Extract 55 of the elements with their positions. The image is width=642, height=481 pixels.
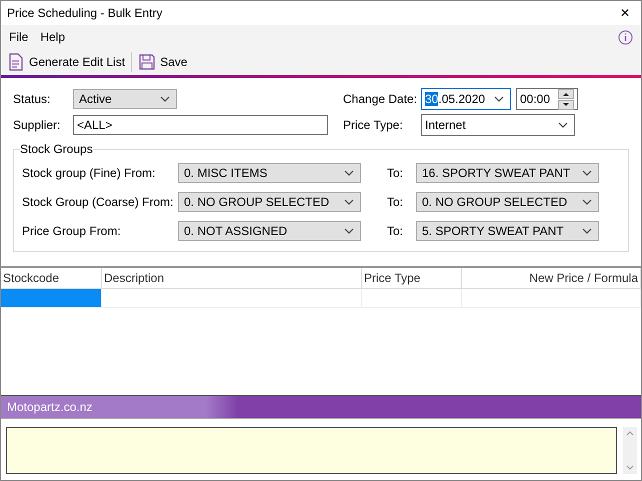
close-button[interactable]: ✕ [615, 6, 635, 20]
info-icon[interactable] [618, 30, 633, 45]
supplier-field[interactable]: <ALL> [73, 115, 328, 135]
scrollbar[interactable] [623, 427, 637, 474]
caret-icon [582, 228, 592, 234]
field-label: To: [387, 224, 404, 238]
from-dropdown[interactable]: 0. NOT ASSIGNED [178, 220, 361, 240]
field-label: To: [387, 194, 404, 208]
column-header[interactable]: Price Type [362, 268, 462, 288]
price-type-dropdown[interactable]: Internet [421, 114, 575, 136]
field-label: Stock Group (Coarse) From: [22, 194, 174, 208]
caret-icon [494, 96, 504, 102]
table-cell[interactable] [1, 288, 102, 308]
spin-down-button[interactable] [558, 100, 574, 110]
status-text: Motopartz.co.nz [7, 400, 92, 414]
column-header[interactable]: Stockcode [1, 268, 102, 288]
caret-icon [558, 122, 568, 128]
status-dropdown[interactable]: Active [73, 89, 177, 109]
caret-icon [582, 170, 592, 176]
caret-icon [160, 96, 170, 102]
caret-icon [344, 198, 354, 204]
field-label: Price Group From: [22, 224, 122, 238]
toolbar-button[interactable]: Save [136, 51, 190, 73]
menu-item[interactable]: Help [40, 30, 66, 44]
field-label: Status: [13, 92, 52, 106]
scroll-down-icon[interactable] [626, 465, 634, 470]
caret-icon [582, 198, 592, 204]
group-title: Stock Groups [20, 142, 93, 156]
column-header[interactable]: New Price / Formula [462, 268, 640, 288]
to-dropdown[interactable]: 0. NO GROUP SELECTED [416, 192, 599, 212]
time-field[interactable]: 00:00 [516, 88, 578, 110]
from-dropdown[interactable]: 0. MISC ITEMS [178, 162, 361, 182]
scroll-up-icon[interactable] [626, 431, 634, 436]
field-label: Supplier: [13, 118, 62, 132]
to-dropdown[interactable]: 5. SPORTY SWEAT PANT [416, 220, 599, 240]
window-title: Price Scheduling - Bulk Entry [7, 6, 162, 20]
document-icon [7, 53, 25, 71]
spin-up-button[interactable] [558, 88, 574, 98]
from-dropdown[interactable]: 0. NO GROUP SELECTED [178, 192, 361, 212]
field-label: Price Type: [343, 118, 404, 132]
to-dropdown[interactable]: 16. SPORTY SWEAT PANT [416, 162, 599, 182]
toolbar-button[interactable]: Generate Edit List [5, 51, 128, 73]
caret-icon [344, 170, 354, 176]
table-cell[interactable] [362, 288, 462, 308]
menu-item[interactable]: File [9, 30, 28, 44]
field-label: Change Date: [343, 92, 418, 106]
date-field[interactable]: 30.05.2020 [421, 88, 511, 110]
caret-icon [344, 228, 354, 234]
notes-field[interactable] [6, 427, 617, 474]
floppy-icon [138, 53, 156, 71]
table-cell[interactable] [462, 288, 640, 308]
field-label: To: [387, 166, 404, 180]
column-header[interactable]: Description [102, 268, 362, 288]
table-cell[interactable] [102, 288, 362, 308]
field-label: Stock group (Fine) From: [22, 166, 156, 180]
